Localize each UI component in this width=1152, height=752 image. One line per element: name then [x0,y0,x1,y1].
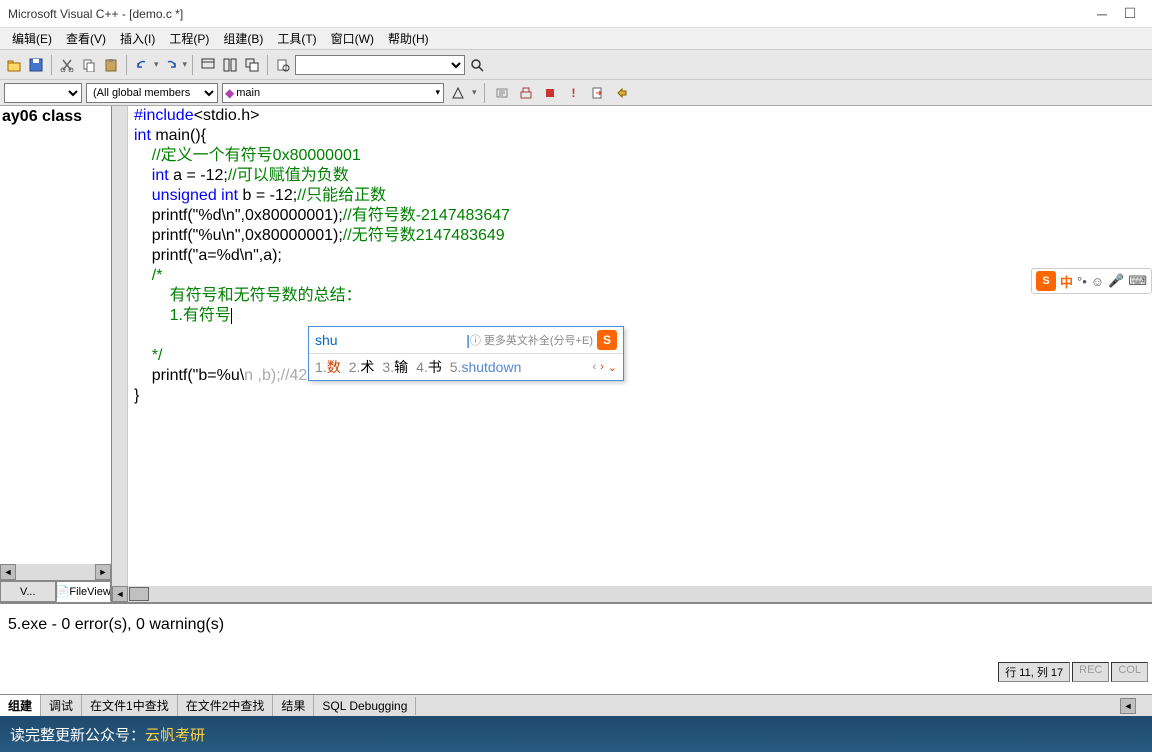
build-icon[interactable] [516,83,536,103]
ime-lang-toggle[interactable]: 中 [1060,272,1073,291]
ime-candidate-5[interactable]: 5.shutdown [450,359,522,375]
text-cursor [231,308,232,324]
promo-banner: 读完整更新公众号：云帆考研 [0,716,1152,752]
ime-composition: shu [315,332,466,348]
ime-punct-icon[interactable]: °• [1077,274,1087,289]
tree-item[interactable]: ay06 class [2,108,109,126]
tab-find2[interactable]: 在文件2中查找 [178,695,274,716]
ime-prev-icon[interactable]: ‹ [592,361,596,374]
rec-indicator: REC [1072,662,1109,682]
banner-highlight: 云帆考研 [145,724,205,745]
redo-icon[interactable] [161,55,181,75]
menu-window[interactable]: 窗口(W) [325,28,380,49]
status-bar: 行 11, 列 17 REC COL [998,662,1148,682]
code-area[interactable]: #include<stdio.h> int main(){ //定义一个有符号0… [128,106,1152,586]
ime-candidate-2[interactable]: 2.术 [349,357,375,377]
wizard-toolbar: (All global members ◆ main ▾ ▾ ! [0,80,1152,106]
paste-icon[interactable] [101,55,121,75]
menu-project[interactable]: 工程(P) [163,28,215,49]
menu-view[interactable]: 查看(V) [60,28,112,49]
ime-hint: ⓘ 更多英文补全(分号+E) [470,332,593,348]
scroll-left-icon[interactable]: ◄ [1120,698,1136,714]
output-panel: 5.exe - 0 error(s), 0 warning(s) [0,602,1152,694]
workspace-tabs: V... 📄FileView [0,580,111,602]
save-icon[interactable] [26,55,46,75]
tab-classview[interactable]: V... [0,581,56,602]
build-output-text: 5.exe - 0 error(s), 0 warning(s) [8,616,1144,634]
ime-next-icon[interactable]: › [600,361,604,374]
sogou-logo-icon: S [597,330,617,350]
tab-find1[interactable]: 在文件1中查找 [82,695,178,716]
ime-candidate-1[interactable]: 1.数 [315,357,341,377]
menu-help[interactable]: 帮助(H) [382,28,435,49]
ime-candidate-window[interactable]: shu| ⓘ 更多英文补全(分号+E) S 1.数 2.术 3.输 4.书 5.… [308,326,624,381]
minimize-button[interactable]: ─ [1088,4,1116,24]
ime-candidate-4[interactable]: 4.书 [416,357,442,377]
class-combo[interactable] [4,83,82,103]
menu-bar: 编辑(E) 查看(V) 插入(I) 工程(P) 组建(B) 工具(T) 窗口(W… [0,28,1152,50]
banner-text: 读完整更新公众号： [10,724,145,745]
window-tile-icon[interactable] [220,55,240,75]
class-tree[interactable]: ay06 class [0,106,111,564]
copy-icon[interactable] [79,55,99,75]
editor-gutter [112,106,128,586]
find-icon[interactable] [467,55,487,75]
maximize-button[interactable]: ☐ [1116,4,1144,24]
open-icon[interactable] [4,55,24,75]
ime-expand-icon[interactable]: ⌄ [608,361,617,374]
window-title: Microsoft Visual C++ - [demo.c *] [8,7,1088,21]
find-combo[interactable] [295,55,465,75]
ime-candidates: 1.数 2.术 3.输 4.书 5.shutdown ‹ › ⌄ [309,354,623,380]
compile-icon[interactable] [492,83,512,103]
editor-hscroll[interactable]: ◄ [112,586,1152,602]
scope-combo[interactable]: (All global members [86,83,218,103]
code-editor[interactable]: #include<stdio.h> int main(){ //定义一个有符号0… [112,106,1152,602]
go-icon[interactable] [588,83,608,103]
tab-debug[interactable]: 调试 [41,695,82,716]
ime-emoji-icon[interactable]: ☺ [1091,274,1104,289]
function-label[interactable]: main [236,87,432,99]
standard-toolbar: ▾ ▾ [0,50,1152,80]
ime-status-bar[interactable]: S 中 °• ☺ 🎤 ⌨ [1031,268,1152,294]
scroll-right-icon[interactable]: ► [95,564,111,580]
sogou-logo-icon: S [1036,271,1056,291]
ime-keyboard-icon[interactable]: ⌨ [1128,273,1147,289]
scroll-left-icon[interactable]: ◄ [112,586,128,602]
tab-build[interactable]: 组建 [0,695,41,716]
find-in-files-icon[interactable] [273,55,293,75]
tab-results[interactable]: 结果 [273,695,314,716]
title-bar: Microsoft Visual C++ - [demo.c *] ─ ☐ [0,0,1152,28]
window-list-icon[interactable] [198,55,218,75]
window-cascade-icon[interactable] [242,55,262,75]
cursor-position: 行 11, 列 17 [998,662,1070,682]
scroll-left-icon[interactable]: ◄ [0,564,16,580]
breakpoint-icon[interactable] [612,83,632,103]
execute-icon[interactable]: ! [564,83,584,103]
col-indicator: COL [1111,662,1148,682]
stop-build-icon[interactable] [540,83,560,103]
wizard-action-icon[interactable] [448,83,468,103]
undo-icon[interactable] [132,55,152,75]
menu-edit[interactable]: 编辑(E) [6,28,58,49]
menu-insert[interactable]: 插入(I) [114,28,161,49]
tab-fileview[interactable]: 📄FileView [56,581,112,602]
output-tabs: 组建 调试 在文件1中查找 在文件2中查找 结果 SQL Debugging ◄ [0,694,1152,716]
cut-icon[interactable] [57,55,77,75]
menu-build[interactable]: 组建(B) [217,28,269,49]
workspace-panel: ay06 class ◄ ► V... 📄FileView [0,106,112,602]
ime-candidate-3[interactable]: 3.输 [382,357,408,377]
ime-voice-icon[interactable]: 🎤 [1108,273,1124,289]
menu-tools[interactable]: 工具(T) [271,28,322,49]
tab-sql[interactable]: SQL Debugging [314,697,416,715]
